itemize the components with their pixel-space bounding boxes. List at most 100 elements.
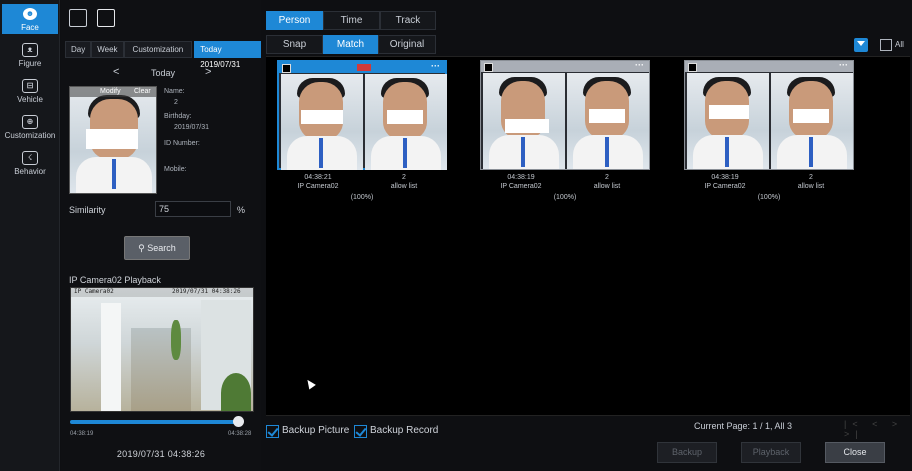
tab-original[interactable]: Original — [378, 35, 436, 54]
face-search-mode-icon[interactable] — [97, 9, 115, 27]
figure-icon: ᴥ — [22, 43, 38, 57]
snap-camera: IP Camera02 — [704, 183, 746, 190]
tab-week[interactable]: Week — [91, 41, 124, 58]
similarity-label: Similarity — [69, 205, 106, 215]
match-list: allow list — [390, 183, 418, 190]
search-button-label: Search — [147, 243, 176, 253]
nav-label: Behavior — [14, 167, 46, 176]
search-button[interactable]: ⚲ Search — [124, 236, 190, 260]
face-photo — [70, 87, 156, 193]
modify-button[interactable]: Modify — [100, 88, 121, 95]
name-label: Name: — [164, 88, 185, 95]
filter-icon[interactable] — [854, 38, 868, 52]
snap-face — [281, 74, 363, 170]
results-area: Person Time Track Snap Match Original Al… — [266, 0, 912, 471]
tab-time[interactable]: Time — [323, 11, 380, 30]
nav-label: Vehicle — [17, 95, 43, 104]
date-next-button[interactable]: > — [205, 66, 211, 78]
nav-item-face[interactable]: ☻ Face — [2, 4, 58, 34]
nav-label: Face — [21, 23, 39, 32]
playback-video[interactable]: IP Camera02 2019/07/31 04:38:26 — [70, 287, 254, 412]
snap-meta: 04:38:19 IP Camera02 — [684, 173, 766, 191]
search-icon: ⚲ — [138, 243, 145, 253]
snap-face — [483, 73, 565, 169]
tab-snap[interactable]: Snap — [266, 35, 323, 54]
nav-item-figure[interactable]: ᴥ Figure — [2, 40, 58, 70]
list-mode-icon[interactable] — [69, 9, 87, 27]
snap-time: 04:38:21 — [304, 174, 332, 181]
backup-record-checkbox[interactable] — [354, 425, 367, 438]
pager-controls[interactable]: |< < > >| — [844, 419, 910, 439]
date-label: Today — [151, 68, 176, 78]
playback-current-time: 2019/07/31 04:38:26 — [116, 449, 206, 459]
backup-record-label: Backup Record — [370, 425, 439, 436]
match-list: allow list — [797, 183, 825, 190]
date-prev-button[interactable]: < — [113, 66, 119, 78]
clear-button[interactable]: Clear — [134, 88, 151, 95]
result-card[interactable]: ··· 04:38:19 IP Camera02 2 allow list (100… — [480, 60, 650, 208]
playback-start-time: 04:38:19 — [70, 431, 94, 437]
match-name: 2 — [605, 174, 609, 181]
behavior-icon: ☇ — [22, 151, 38, 165]
match-list: allow list — [593, 183, 621, 190]
matched-face — [771, 73, 853, 169]
mouse-cursor-icon — [304, 377, 316, 390]
result-thumbnail[interactable]: ··· — [480, 60, 650, 170]
more-icon[interactable]: ··· — [431, 61, 440, 71]
playback-slider-handle[interactable] — [233, 416, 244, 427]
match-meta: 2 allow list — [363, 173, 445, 191]
similarity-unit: % — [237, 205, 246, 215]
view-tabs: Person Time Track — [266, 11, 436, 30]
birthday-value: 2019/07/31 — [174, 124, 210, 131]
match-name: 2 — [402, 174, 406, 181]
result-card[interactable]: ··· 04:38:19 IP Camera02 2 allow list (100… — [684, 60, 854, 208]
tab-today[interactable]: Today 2019/07/31 — [194, 41, 261, 69]
page-info: Current Page: 1 / 1, All 3 — [694, 421, 793, 431]
snap-camera: IP Camera02 — [297, 183, 339, 190]
tab-person[interactable]: Person — [266, 11, 323, 30]
more-icon[interactable]: ··· — [635, 60, 644, 70]
tab-track[interactable]: Track — [380, 11, 436, 30]
more-icon[interactable]: ··· — [839, 60, 848, 70]
card-checkbox[interactable] — [282, 64, 291, 73]
nav-item-vehicle[interactable]: ⊟ Vehicle — [2, 76, 58, 106]
nav-item-behavior[interactable]: ☇ Behavior — [2, 148, 58, 178]
snap-time: 04:38:19 — [507, 174, 535, 181]
birthday-label: Birthday: — [164, 113, 192, 120]
result-thumbnail[interactable]: ··· — [684, 60, 854, 170]
target-face-image: Modify Clear — [69, 86, 157, 194]
match-meta: 2 allow list — [770, 173, 852, 191]
nav-label: Figure — [18, 59, 42, 68]
matched-face — [567, 73, 649, 169]
mobile-label: Mobile: — [164, 166, 187, 173]
card-checkbox[interactable] — [688, 63, 697, 72]
tab-customization[interactable]: Customization — [123, 41, 193, 58]
select-all-checkbox[interactable] — [880, 39, 892, 51]
backup-picture-checkbox[interactable] — [266, 425, 279, 438]
match-similarity: (100%) — [553, 194, 577, 201]
snap-meta: 04:38:21 IP Camera02 — [277, 173, 359, 191]
snap-meta: 04:38:19 IP Camera02 — [480, 173, 562, 191]
id-number-label: ID Number: — [164, 140, 200, 147]
nav-item-customization[interactable]: ⊕ Customization — [2, 112, 58, 142]
similarity-input[interactable]: 75 — [155, 201, 231, 217]
match-name: 2 — [809, 174, 813, 181]
backup-picture-label: Backup Picture — [282, 425, 350, 436]
playback-end-time: 04:38:28 — [228, 431, 252, 437]
tab-match[interactable]: Match — [323, 35, 378, 54]
alarm-tag-icon — [357, 64, 371, 71]
playback-button[interactable]: Playback — [741, 442, 801, 463]
card-checkbox[interactable] — [484, 63, 493, 72]
playback-progress[interactable] — [70, 420, 238, 424]
match-similarity: (100%) — [757, 194, 781, 201]
card-header: ··· — [481, 60, 649, 72]
backup-button[interactable]: Backup — [657, 442, 717, 463]
close-button[interactable]: Close — [825, 442, 885, 463]
result-thumbnail[interactable]: ··· — [277, 60, 447, 170]
results-grid: ··· 04:38:21 IP Camera02 2 allow list (100… — [266, 56, 910, 416]
snap-camera: IP Camera02 — [500, 183, 542, 190]
vehicle-icon: ⊟ — [22, 79, 38, 93]
tab-day[interactable]: Day — [65, 41, 92, 58]
video-osd-datetime: 2019/07/31 04:38:26 — [172, 288, 241, 295]
result-card[interactable]: ··· 04:38:21 IP Camera02 2 allow list (100… — [277, 60, 447, 208]
